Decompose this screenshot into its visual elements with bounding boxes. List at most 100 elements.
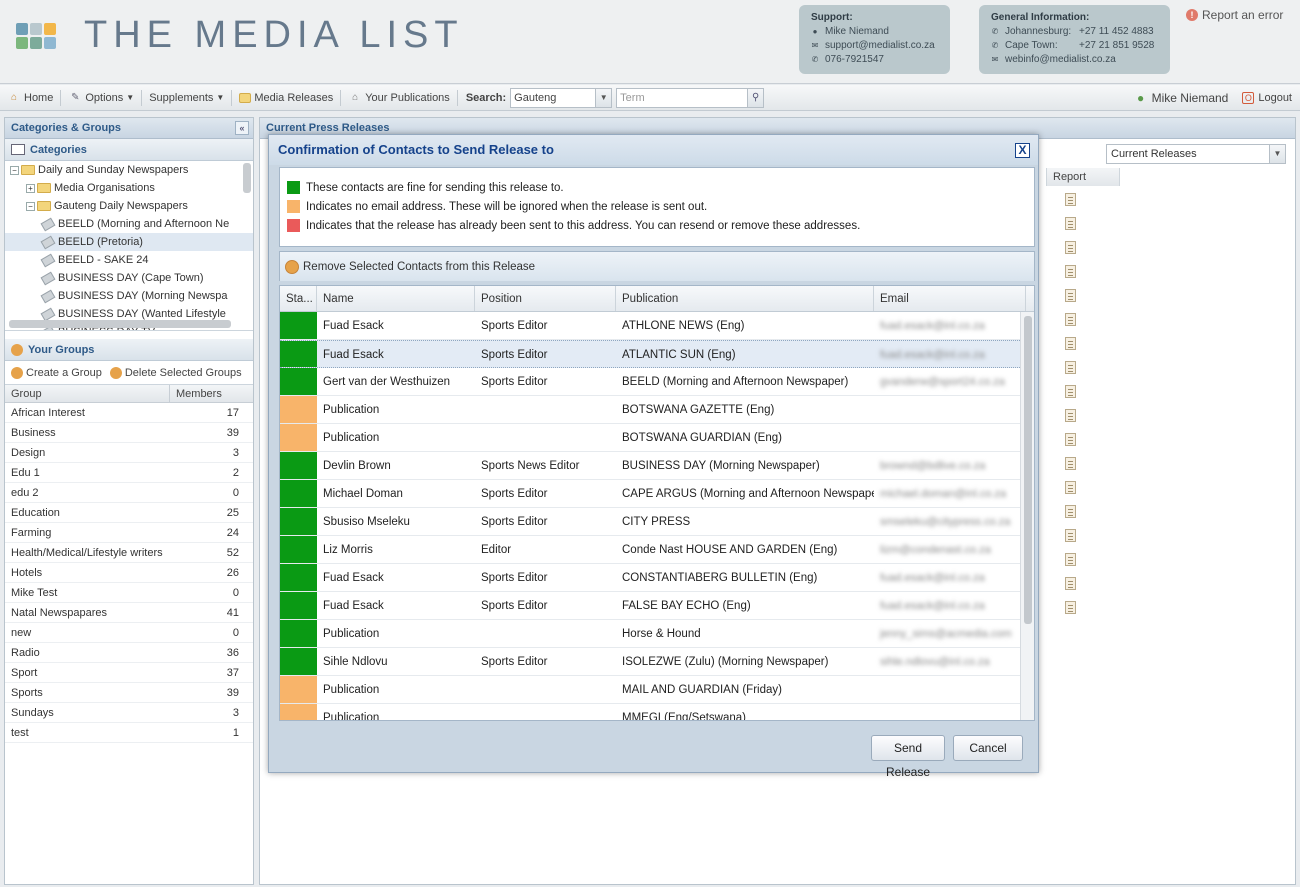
- contact-row[interactable]: Publication BOTSWANA GUARDIAN (Eng): [280, 424, 1034, 452]
- search-icon[interactable]: ⚲: [747, 88, 764, 107]
- group-row[interactable]: Sundays 3: [5, 703, 253, 723]
- remove-contacts-button[interactable]: Remove Selected Contacts from this Relea…: [279, 251, 1035, 281]
- group-row[interactable]: Edu 1 2: [5, 463, 253, 483]
- report-document-icon[interactable]: [1065, 505, 1076, 518]
- position-column-header[interactable]: Position: [475, 286, 616, 311]
- report-document-icon[interactable]: [1065, 529, 1076, 542]
- home-button[interactable]: ⌂ Home: [0, 85, 60, 111]
- contact-row[interactable]: Liz Morris Editor Conde Nast HOUSE AND GAR…: [280, 536, 1034, 564]
- group-row[interactable]: Natal Newspapares 41: [5, 603, 253, 623]
- members-column-header[interactable]: Members: [170, 385, 222, 402]
- report-document-icon[interactable]: [1065, 553, 1076, 566]
- contact-row[interactable]: Sihle Ndlovu Sports Editor ISOLEZWE (Zulu)…: [280, 648, 1034, 676]
- cancel-button[interactable]: Cancel: [953, 735, 1023, 761]
- contact-row[interactable]: Fuad Esack Sports Editor ATLANTIC SUN (Eng…: [280, 340, 1034, 368]
- tree-item[interactable]: − Gauteng Daily Newspapers: [5, 197, 253, 215]
- position-cell: [475, 396, 616, 423]
- contact-row[interactable]: Fuad Esack Sports Editor FALSE BAY ECHO (E…: [280, 592, 1034, 620]
- report-document-icon[interactable]: [1065, 241, 1076, 254]
- group-row[interactable]: Design 3: [5, 443, 253, 463]
- tree-item[interactable]: BEELD (Morning and Afternoon Ne: [5, 215, 253, 233]
- collapse-toggle-icon[interactable]: −: [26, 201, 35, 211]
- group-row[interactable]: African Interest 17: [5, 403, 253, 423]
- tree-scrollbar[interactable]: [243, 163, 251, 193]
- logout-button[interactable]: O Logout: [1242, 92, 1292, 104]
- expand-toggle-icon[interactable]: +: [26, 183, 35, 193]
- report-document-icon[interactable]: [1065, 313, 1076, 326]
- collapse-icon[interactable]: «: [235, 121, 249, 135]
- name-cell: Sbusiso Mseleku: [323, 516, 410, 528]
- group-row[interactable]: Business 39: [5, 423, 253, 443]
- contact-row[interactable]: Publication MMEGI (Eng/Setswana): [280, 704, 1034, 720]
- email-column-header[interactable]: Email: [874, 286, 1026, 311]
- group-row[interactable]: Education 25: [5, 503, 253, 523]
- group-row[interactable]: Farming 24: [5, 523, 253, 543]
- tree-item[interactable]: + Media Organisations: [5, 179, 253, 197]
- publication-column-header[interactable]: Publication: [616, 286, 874, 311]
- group-row[interactable]: Sport 37: [5, 663, 253, 683]
- contact-row[interactable]: Publication BOTSWANA GAZETTE (Eng): [280, 396, 1034, 424]
- tree-item[interactable]: BEELD - SAKE 24: [5, 251, 253, 269]
- group-row[interactable]: Sports 39: [5, 683, 253, 703]
- your-publications-button[interactable]: ⌂ Your Publications: [341, 85, 457, 111]
- contact-row[interactable]: Fuad Esack Sports Editor ATHLONE NEWS (Eng…: [280, 312, 1034, 340]
- group-row[interactable]: Hotels 26: [5, 563, 253, 583]
- send-release-button[interactable]: Send Release: [871, 735, 945, 779]
- contact-row[interactable]: Michael Doman Sports Editor CAPE ARGUS (Mo…: [280, 480, 1034, 508]
- group-column-header[interactable]: Group: [5, 385, 170, 402]
- report-document-icon[interactable]: [1065, 289, 1076, 302]
- status-column-header[interactable]: Sta...: [280, 286, 317, 311]
- grid-scrollbar[interactable]: [1020, 312, 1034, 720]
- group-name: Health/Medical/Lifestyle writers: [11, 547, 163, 559]
- user-menu[interactable]: ● Mike Niemand: [1134, 91, 1228, 105]
- group-row[interactable]: edu 2 0: [5, 483, 253, 503]
- region-select[interactable]: Gauteng ▼: [510, 87, 613, 108]
- options-menu[interactable]: ✎ Options ▼: [61, 85, 141, 111]
- contact-row[interactable]: Sbusiso Mseleku Sports Editor CITY PRESS sm…: [280, 508, 1034, 536]
- group-row[interactable]: Radio 36: [5, 643, 253, 663]
- create-group-button[interactable]: Create a Group: [11, 366, 102, 379]
- report-document-icon[interactable]: [1065, 457, 1076, 470]
- supplements-menu[interactable]: Supplements ▼: [142, 85, 231, 111]
- report-document-icon[interactable]: [1065, 409, 1076, 422]
- group-row[interactable]: Health/Medical/Lifestyle writers 52: [5, 543, 253, 563]
- tree-item[interactable]: BEELD (Pretoria): [5, 233, 253, 251]
- tree-item[interactable]: BUSINESS DAY (Morning Newspa: [5, 287, 253, 305]
- group-row[interactable]: test 1: [5, 723, 253, 743]
- report-error-link[interactable]: ! Report an error: [1186, 8, 1283, 22]
- tree-hscrollbar[interactable]: [9, 320, 231, 328]
- report-document-icon[interactable]: [1065, 265, 1076, 278]
- contact-row[interactable]: Publication MAIL AND GUARDIAN (Friday): [280, 676, 1034, 704]
- report-document-icon[interactable]: [1065, 193, 1076, 206]
- report-document-icon[interactable]: [1065, 385, 1076, 398]
- report-document-icon[interactable]: [1065, 361, 1076, 374]
- status-indicator: [280, 592, 317, 619]
- close-icon[interactable]: X: [1015, 143, 1030, 158]
- tree-item[interactable]: − Daily and Sunday Newspapers: [5, 161, 253, 179]
- report-column-header[interactable]: Report: [1046, 168, 1120, 186]
- report-document-icon[interactable]: [1065, 601, 1076, 614]
- group-row[interactable]: Mike Test 0: [5, 583, 253, 603]
- name-column-header[interactable]: Name: [317, 286, 475, 311]
- collapse-toggle-icon[interactable]: −: [10, 165, 19, 175]
- delete-groups-button[interactable]: Delete Selected Groups: [109, 366, 242, 379]
- support-email[interactable]: support@medialist.co.za: [825, 39, 935, 53]
- report-document-icon[interactable]: [1065, 217, 1076, 230]
- contact-row[interactable]: Gert van der Westhuizen Sports Editor BEEL…: [280, 368, 1034, 396]
- search-input[interactable]: Term ⚲: [616, 87, 765, 108]
- report-document-icon[interactable]: [1065, 433, 1076, 446]
- report-document-icon[interactable]: [1065, 337, 1076, 350]
- report-document-icon[interactable]: [1065, 577, 1076, 590]
- report-document-icon[interactable]: [1065, 481, 1076, 494]
- media-releases-button[interactable]: Media Releases: [232, 85, 340, 111]
- grid-scroll-thumb[interactable]: [1024, 316, 1032, 624]
- group-row[interactable]: new 0: [5, 623, 253, 643]
- contact-row[interactable]: Devlin Brown Sports News Editor BUSINESS D…: [280, 452, 1034, 480]
- tree-item[interactable]: BUSINESS DAY (Cape Town): [5, 269, 253, 287]
- release-filter-select[interactable]: Current Releases ▼: [1106, 144, 1286, 164]
- chevron-down-icon[interactable]: ▼: [595, 88, 612, 107]
- contact-row[interactable]: Publication Horse & Hound jenny_sims@acmed…: [280, 620, 1034, 648]
- chevron-down-icon[interactable]: ▼: [1269, 145, 1285, 163]
- contact-row[interactable]: Fuad Esack Sports Editor CONSTANTIABERG BU…: [280, 564, 1034, 592]
- general-email[interactable]: webinfo@medialist.co.za: [1005, 53, 1116, 67]
